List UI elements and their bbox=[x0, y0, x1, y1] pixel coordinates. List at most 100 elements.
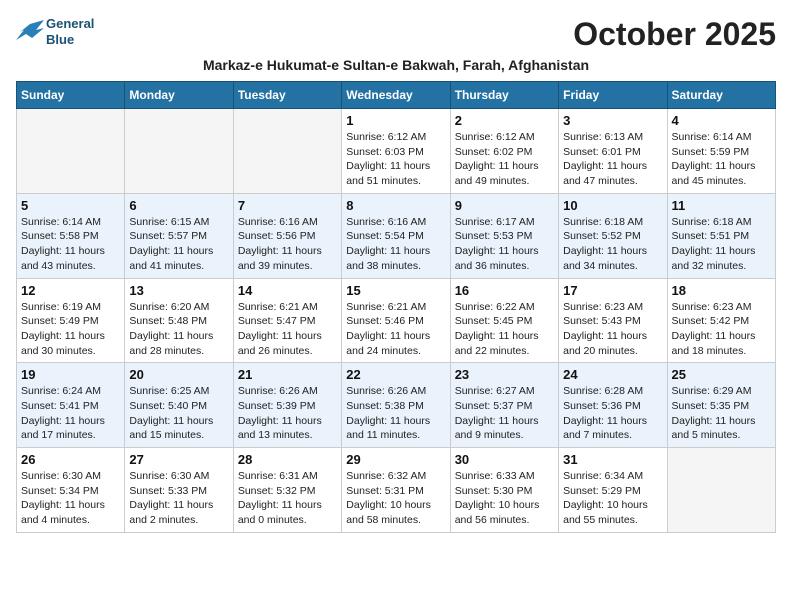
day-info: Sunrise: 6:21 AM Sunset: 5:47 PM Dayligh… bbox=[238, 300, 337, 359]
day-number: 21 bbox=[238, 367, 337, 382]
calendar-cell: 15 Sunrise: 6:21 AM Sunset: 5:46 PM Dayli… bbox=[342, 278, 450, 363]
logo: General Blue bbox=[16, 16, 94, 47]
day-number: 23 bbox=[455, 367, 554, 382]
calendar-cell bbox=[233, 109, 341, 194]
logo-icon bbox=[16, 20, 44, 44]
day-info: Sunrise: 6:29 AM Sunset: 5:35 PM Dayligh… bbox=[672, 384, 771, 443]
column-header-wednesday: Wednesday bbox=[342, 82, 450, 109]
subtitle: Markaz-e Hukumat-e Sultan-e Bakwah, Fara… bbox=[16, 57, 776, 73]
month-title: October 2025 bbox=[573, 16, 776, 53]
day-number: 22 bbox=[346, 367, 445, 382]
day-number: 9 bbox=[455, 198, 554, 213]
day-number: 14 bbox=[238, 283, 337, 298]
day-info: Sunrise: 6:13 AM Sunset: 6:01 PM Dayligh… bbox=[563, 130, 662, 189]
day-info: Sunrise: 6:16 AM Sunset: 5:54 PM Dayligh… bbox=[346, 215, 445, 274]
day-info: Sunrise: 6:27 AM Sunset: 5:37 PM Dayligh… bbox=[455, 384, 554, 443]
day-info: Sunrise: 6:24 AM Sunset: 5:41 PM Dayligh… bbox=[21, 384, 120, 443]
calendar-cell: 24 Sunrise: 6:28 AM Sunset: 5:36 PM Dayli… bbox=[559, 363, 667, 448]
day-number: 28 bbox=[238, 452, 337, 467]
day-number: 19 bbox=[21, 367, 120, 382]
day-number: 29 bbox=[346, 452, 445, 467]
day-number: 2 bbox=[455, 113, 554, 128]
day-info: Sunrise: 6:23 AM Sunset: 5:43 PM Dayligh… bbox=[563, 300, 662, 359]
day-info: Sunrise: 6:18 AM Sunset: 5:52 PM Dayligh… bbox=[563, 215, 662, 274]
day-info: Sunrise: 6:22 AM Sunset: 5:45 PM Dayligh… bbox=[455, 300, 554, 359]
day-info: Sunrise: 6:25 AM Sunset: 5:40 PM Dayligh… bbox=[129, 384, 228, 443]
day-number: 4 bbox=[672, 113, 771, 128]
day-number: 18 bbox=[672, 283, 771, 298]
day-info: Sunrise: 6:34 AM Sunset: 5:29 PM Dayligh… bbox=[563, 469, 662, 528]
calendar-header-row: SundayMondayTuesdayWednesdayThursdayFrid… bbox=[17, 82, 776, 109]
day-info: Sunrise: 6:18 AM Sunset: 5:51 PM Dayligh… bbox=[672, 215, 771, 274]
day-info: Sunrise: 6:30 AM Sunset: 5:33 PM Dayligh… bbox=[129, 469, 228, 528]
calendar-cell: 28 Sunrise: 6:31 AM Sunset: 5:32 PM Dayli… bbox=[233, 448, 341, 533]
day-info: Sunrise: 6:20 AM Sunset: 5:48 PM Dayligh… bbox=[129, 300, 228, 359]
calendar-cell: 27 Sunrise: 6:30 AM Sunset: 5:33 PM Dayli… bbox=[125, 448, 233, 533]
calendar-cell: 21 Sunrise: 6:26 AM Sunset: 5:39 PM Dayli… bbox=[233, 363, 341, 448]
calendar-cell: 25Sunrise: 6:29 AM Sunset: 5:35 PM Dayli… bbox=[667, 363, 775, 448]
calendar-cell: 29 Sunrise: 6:32 AM Sunset: 5:31 PM Dayli… bbox=[342, 448, 450, 533]
day-info: Sunrise: 6:19 AM Sunset: 5:49 PM Dayligh… bbox=[21, 300, 120, 359]
column-header-monday: Monday bbox=[125, 82, 233, 109]
column-header-sunday: Sunday bbox=[17, 82, 125, 109]
calendar-cell: 26 Sunrise: 6:30 AM Sunset: 5:34 PM Dayli… bbox=[17, 448, 125, 533]
day-info: Sunrise: 6:14 AM Sunset: 5:59 PM Dayligh… bbox=[672, 130, 771, 189]
calendar-week-row: 5Sunrise: 6:14 AM Sunset: 5:58 PM Daylig… bbox=[17, 193, 776, 278]
day-number: 7 bbox=[238, 198, 337, 213]
day-info: Sunrise: 6:23 AM Sunset: 5:42 PM Dayligh… bbox=[672, 300, 771, 359]
day-number: 1 bbox=[346, 113, 445, 128]
day-info: Sunrise: 6:12 AM Sunset: 6:02 PM Dayligh… bbox=[455, 130, 554, 189]
day-number: 26 bbox=[21, 452, 120, 467]
day-number: 6 bbox=[129, 198, 228, 213]
calendar-cell: 11 Sunrise: 6:18 AM Sunset: 5:51 PM Dayli… bbox=[667, 193, 775, 278]
calendar-cell bbox=[125, 109, 233, 194]
calendar-cell: 31 Sunrise: 6:34 AM Sunset: 5:29 PM Dayli… bbox=[559, 448, 667, 533]
day-number: 17 bbox=[563, 283, 662, 298]
column-header-tuesday: Tuesday bbox=[233, 82, 341, 109]
column-header-saturday: Saturday bbox=[667, 82, 775, 109]
day-info: Sunrise: 6:28 AM Sunset: 5:36 PM Dayligh… bbox=[563, 384, 662, 443]
day-number: 27 bbox=[129, 452, 228, 467]
calendar-cell bbox=[17, 109, 125, 194]
day-number: 11 bbox=[672, 198, 771, 213]
day-number: 5 bbox=[21, 198, 120, 213]
day-info: Sunrise: 6:30 AM Sunset: 5:34 PM Dayligh… bbox=[21, 469, 120, 528]
calendar-cell: 16 Sunrise: 6:22 AM Sunset: 5:45 PM Dayli… bbox=[450, 278, 558, 363]
calendar-week-row: 19 Sunrise: 6:24 AM Sunset: 5:41 PM Dayli… bbox=[17, 363, 776, 448]
day-number: 16 bbox=[455, 283, 554, 298]
day-number: 12 bbox=[21, 283, 120, 298]
calendar-week-row: 1 Sunrise: 6:12 AM Sunset: 6:03 PM Daylig… bbox=[17, 109, 776, 194]
day-info: Sunrise: 6:32 AM Sunset: 5:31 PM Dayligh… bbox=[346, 469, 445, 528]
day-info: Sunrise: 6:31 AM Sunset: 5:32 PM Dayligh… bbox=[238, 469, 337, 528]
calendar-cell: 6 Sunrise: 6:15 AM Sunset: 5:57 PM Daylig… bbox=[125, 193, 233, 278]
calendar-cell: 20 Sunrise: 6:25 AM Sunset: 5:40 PM Dayli… bbox=[125, 363, 233, 448]
page-header: General Blue October 2025 bbox=[16, 16, 776, 53]
day-info: Sunrise: 6:26 AM Sunset: 5:39 PM Dayligh… bbox=[238, 384, 337, 443]
day-number: 15 bbox=[346, 283, 445, 298]
calendar-cell: 7 Sunrise: 6:16 AM Sunset: 5:56 PM Daylig… bbox=[233, 193, 341, 278]
day-number: 20 bbox=[129, 367, 228, 382]
calendar-cell: 30Sunrise: 6:33 AM Sunset: 5:30 PM Dayli… bbox=[450, 448, 558, 533]
calendar-cell: 12 Sunrise: 6:19 AM Sunset: 5:49 PM Dayli… bbox=[17, 278, 125, 363]
calendar-cell: 3 Sunrise: 6:13 AM Sunset: 6:01 PM Daylig… bbox=[559, 109, 667, 194]
calendar-cell: 8Sunrise: 6:16 AM Sunset: 5:54 PM Daylig… bbox=[342, 193, 450, 278]
day-number: 3 bbox=[563, 113, 662, 128]
day-number: 10 bbox=[563, 198, 662, 213]
calendar-cell: 18 Sunrise: 6:23 AM Sunset: 5:42 PM Dayli… bbox=[667, 278, 775, 363]
column-header-thursday: Thursday bbox=[450, 82, 558, 109]
calendar-cell: 13 Sunrise: 6:20 AM Sunset: 5:48 PM Dayli… bbox=[125, 278, 233, 363]
calendar-cell bbox=[667, 448, 775, 533]
day-info: Sunrise: 6:21 AM Sunset: 5:46 PM Dayligh… bbox=[346, 300, 445, 359]
day-info: Sunrise: 6:16 AM Sunset: 5:56 PM Dayligh… bbox=[238, 215, 337, 274]
day-info: Sunrise: 6:26 AM Sunset: 5:38 PM Dayligh… bbox=[346, 384, 445, 443]
calendar-cell: 14 Sunrise: 6:21 AM Sunset: 5:47 PM Dayli… bbox=[233, 278, 341, 363]
day-info: Sunrise: 6:12 AM Sunset: 6:03 PM Dayligh… bbox=[346, 130, 445, 189]
day-number: 31 bbox=[563, 452, 662, 467]
day-number: 13 bbox=[129, 283, 228, 298]
day-number: 24 bbox=[563, 367, 662, 382]
calendar-cell: 10 Sunrise: 6:18 AM Sunset: 5:52 PM Dayli… bbox=[559, 193, 667, 278]
calendar-table: SundayMondayTuesdayWednesdayThursdayFrid… bbox=[16, 81, 776, 533]
day-info: Sunrise: 6:15 AM Sunset: 5:57 PM Dayligh… bbox=[129, 215, 228, 274]
calendar-cell: 23 Sunrise: 6:27 AM Sunset: 5:37 PM Dayli… bbox=[450, 363, 558, 448]
column-header-friday: Friday bbox=[559, 82, 667, 109]
